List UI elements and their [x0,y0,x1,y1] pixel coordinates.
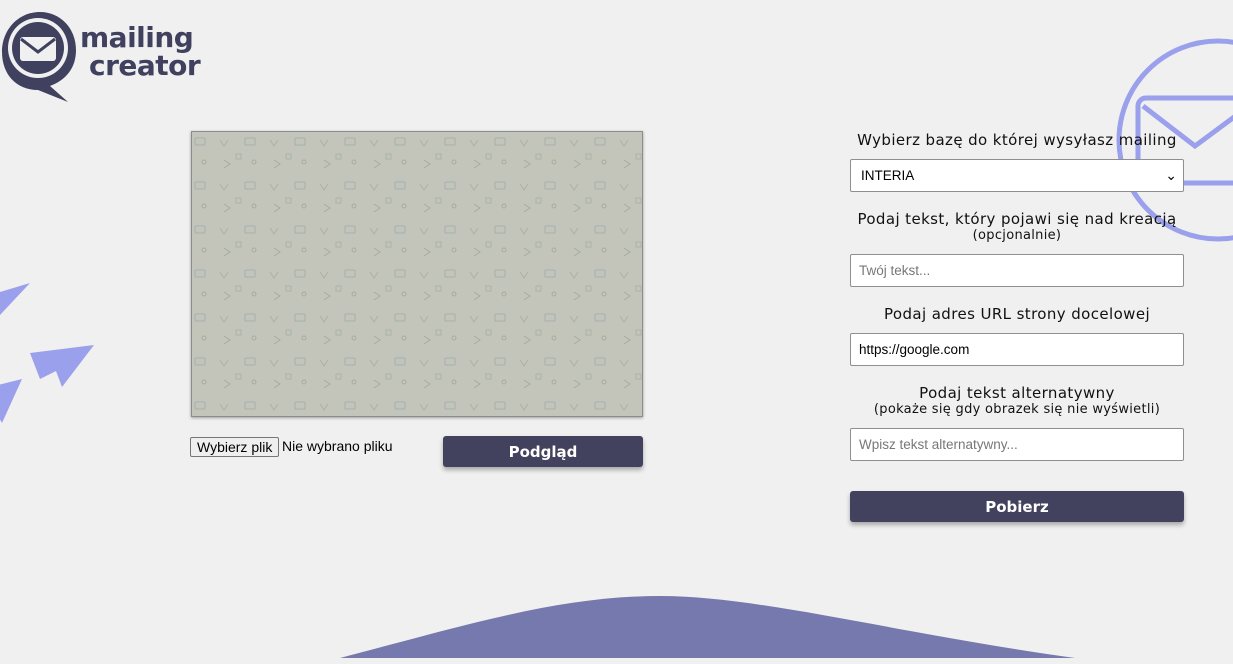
logo-text-line2: creator [89,49,201,82]
paper-plane-icon [0,283,94,423]
choose-file-button[interactable]: Wybierz plik [190,437,280,457]
preview-button[interactable]: Podgląd [443,436,643,467]
alt-text-label: Podaj tekst alternatywny [919,384,1115,402]
app-logo[interactable]: mailing creator [0,10,201,110]
top-text-input[interactable]: Twój tekst... [850,254,1184,287]
logo-text: mailing creator [80,24,201,82]
preview-pattern [192,132,642,416]
creative-preview-area [191,131,643,417]
chevron-down-icon: ⌄ [1165,167,1177,183]
url-input[interactable]: https://google.com [850,333,1184,366]
top-text-label: Podaj tekst, który pojawi się nad kreacj… [857,210,1177,228]
top-text-sublabel: (opcjonalnie) [972,228,1062,243]
alt-text-sublabel: (pokaże się gdy obrazek się nie wyświetl… [873,402,1161,417]
url-label: Podaj adres URL strony docelowej [883,305,1151,323]
alt-text-input[interactable]: Wpisz tekst alternatywny... [850,428,1184,461]
bottom-wave-decoration [340,596,1075,658]
base-select-value: INTERIA [861,168,915,183]
download-button[interactable]: Pobierz [850,491,1184,522]
mail-bubble-logo-icon [2,12,76,102]
file-status-text: Nie wybrano pliku [282,438,393,454]
base-select-label: Wybierz bazę do której wysyłasz mailing [857,131,1177,149]
base-select[interactable]: INTERIA ⌄ [850,159,1184,192]
